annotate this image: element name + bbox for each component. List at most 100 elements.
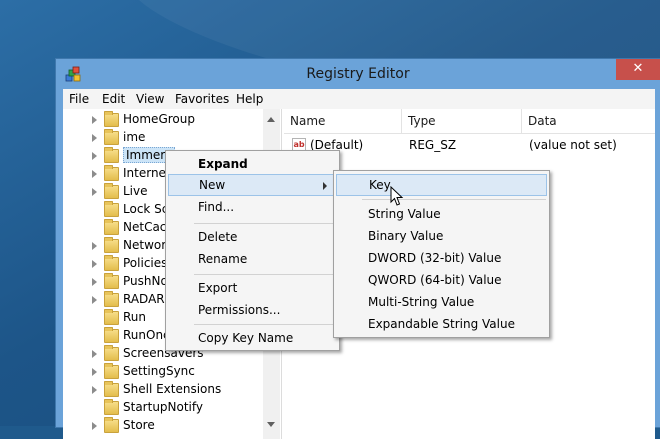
menu-separator xyxy=(194,223,336,224)
menu-item-expand[interactable]: Expand xyxy=(168,153,337,175)
submenu-item-expandable-string-value[interactable]: Expandable String Value xyxy=(336,313,547,335)
folder-icon xyxy=(104,147,119,163)
tree-item-ime[interactable]: ime xyxy=(63,129,263,147)
tree-item-label: RunOnc xyxy=(123,328,170,342)
submenu-item-label: String Value xyxy=(368,207,441,221)
menu-separator xyxy=(194,324,336,325)
column-header-name[interactable]: Name xyxy=(284,109,402,134)
folder-icon xyxy=(104,237,119,253)
menu-item-export[interactable]: Export xyxy=(168,277,337,299)
value-type: REG_SZ xyxy=(409,138,457,152)
expand-arrow-icon[interactable] xyxy=(92,296,97,304)
folder-icon xyxy=(104,381,119,397)
menu-file[interactable]: File xyxy=(69,92,89,106)
tree-item-label: Shell Extensions xyxy=(123,382,222,396)
folder-icon xyxy=(104,201,119,217)
expand-arrow-icon[interactable] xyxy=(92,116,97,124)
menu-item-find[interactable]: Find... xyxy=(168,196,337,218)
menu-item-copy-key-name[interactable]: Copy Key Name xyxy=(168,327,337,349)
tree-item-settingsync[interactable]: SettingSync xyxy=(63,363,263,381)
tree-item-label: SettingSync xyxy=(123,364,195,378)
folder-icon xyxy=(104,309,119,325)
menu-item-label: Expand xyxy=(198,157,248,171)
submenu-item-multi-string-value[interactable]: Multi-String Value xyxy=(336,291,547,313)
expand-arrow-icon[interactable] xyxy=(92,368,97,376)
submenu-item-qword-value[interactable]: QWORD (64-bit) Value xyxy=(336,269,547,291)
submenu-item-string-value[interactable]: String Value xyxy=(336,203,547,225)
folder-icon xyxy=(104,417,119,433)
folder-icon xyxy=(104,291,119,307)
column-header-data[interactable]: Data xyxy=(522,109,655,134)
menu-item-delete[interactable]: Delete xyxy=(168,226,337,248)
expand-arrow-icon[interactable] xyxy=(92,170,97,178)
new-submenu: Key String Value Binary Value DWORD (32-… xyxy=(333,170,550,338)
title-bar[interactable]: Registry Editor ✕ xyxy=(56,59,660,89)
column-header-type[interactable]: Type xyxy=(402,109,522,134)
menu-bar: File Edit View Favorites Help xyxy=(63,89,655,109)
tree-item-label: Lock Sc xyxy=(123,202,169,216)
menu-item-rename[interactable]: Rename xyxy=(168,248,337,270)
expand-arrow-icon[interactable] xyxy=(92,188,97,196)
menu-item-label: Permissions... xyxy=(198,303,281,317)
window-title: Registry Editor xyxy=(306,66,410,82)
folder-icon xyxy=(104,219,119,235)
menu-item-label: Find... xyxy=(198,200,235,214)
expand-arrow-icon[interactable] xyxy=(92,134,97,142)
menu-item-permissions[interactable]: Permissions... xyxy=(168,299,337,321)
scroll-up-icon[interactable] xyxy=(267,117,275,122)
expand-arrow-icon[interactable] xyxy=(92,278,97,286)
menu-favorites[interactable]: Favorites xyxy=(175,92,229,106)
tree-item-label: Networ xyxy=(123,238,167,252)
expand-arrow-icon[interactable] xyxy=(92,350,97,358)
tree-item-label: Store xyxy=(123,418,155,432)
folder-icon xyxy=(104,255,119,271)
tree-item-store[interactable]: Store xyxy=(63,417,263,435)
menu-view[interactable]: View xyxy=(136,92,164,106)
folder-icon xyxy=(104,363,119,379)
folder-icon xyxy=(104,345,119,361)
menu-item-label: Copy Key Name xyxy=(198,331,294,345)
submenu-item-label: Multi-String Value xyxy=(368,295,475,309)
submenu-item-binary-value[interactable]: Binary Value xyxy=(336,225,547,247)
close-button[interactable]: ✕ xyxy=(616,59,660,80)
scroll-down-icon[interactable] xyxy=(267,422,275,427)
submenu-item-key[interactable]: Key xyxy=(336,174,547,196)
expand-arrow-icon[interactable] xyxy=(92,422,97,430)
tree-item-label: Live xyxy=(123,184,148,198)
context-menu: Expand New Find... Delete Rename Export … xyxy=(165,150,340,351)
submenu-item-label: DWORD (32-bit) Value xyxy=(368,251,502,265)
submenu-item-label: Expandable String Value xyxy=(368,317,515,331)
tree-item-label: PushNo xyxy=(123,274,168,288)
submenu-arrow-icon xyxy=(323,182,327,190)
menu-help[interactable]: Help xyxy=(236,92,263,106)
expand-arrow-icon[interactable] xyxy=(92,260,97,268)
expand-arrow-icon[interactable] xyxy=(92,152,97,160)
tree-item-label: HomeGroup xyxy=(123,112,195,126)
menu-edit[interactable]: Edit xyxy=(102,92,125,106)
folder-icon xyxy=(104,165,119,181)
close-icon: ✕ xyxy=(632,61,644,76)
folder-icon xyxy=(104,183,119,199)
value-data: (value not set) xyxy=(529,138,617,152)
folder-icon xyxy=(104,273,119,289)
menu-item-label: Delete xyxy=(198,230,238,244)
submenu-item-label: Key xyxy=(369,178,391,192)
submenu-item-dword-value[interactable]: DWORD (32-bit) Value xyxy=(336,247,547,269)
submenu-item-label: QWORD (64-bit) Value xyxy=(368,273,502,287)
folder-icon xyxy=(104,327,119,343)
folder-icon xyxy=(104,111,119,127)
tree-item-shell-extensions[interactable]: Shell Extensions xyxy=(63,381,263,399)
menu-item-label: New xyxy=(199,178,226,192)
expand-arrow-icon[interactable] xyxy=(92,242,97,250)
tree-item-label: Internet xyxy=(123,166,171,180)
tree-item-homegroup[interactable]: HomeGroup xyxy=(63,111,263,129)
tree-item-startupnotify[interactable]: StartupNotify xyxy=(63,399,263,417)
expand-arrow-icon[interactable] xyxy=(92,386,97,394)
menu-item-label: Export xyxy=(198,281,238,295)
menu-item-new[interactable]: New xyxy=(168,174,337,196)
tree-item-label: StartupNotify xyxy=(123,400,204,414)
tree-item-label: RADAR xyxy=(123,292,165,306)
tree-item-label: ime xyxy=(123,130,146,144)
submenu-item-label: Binary Value xyxy=(368,229,444,243)
menu-item-label: Rename xyxy=(198,252,248,266)
